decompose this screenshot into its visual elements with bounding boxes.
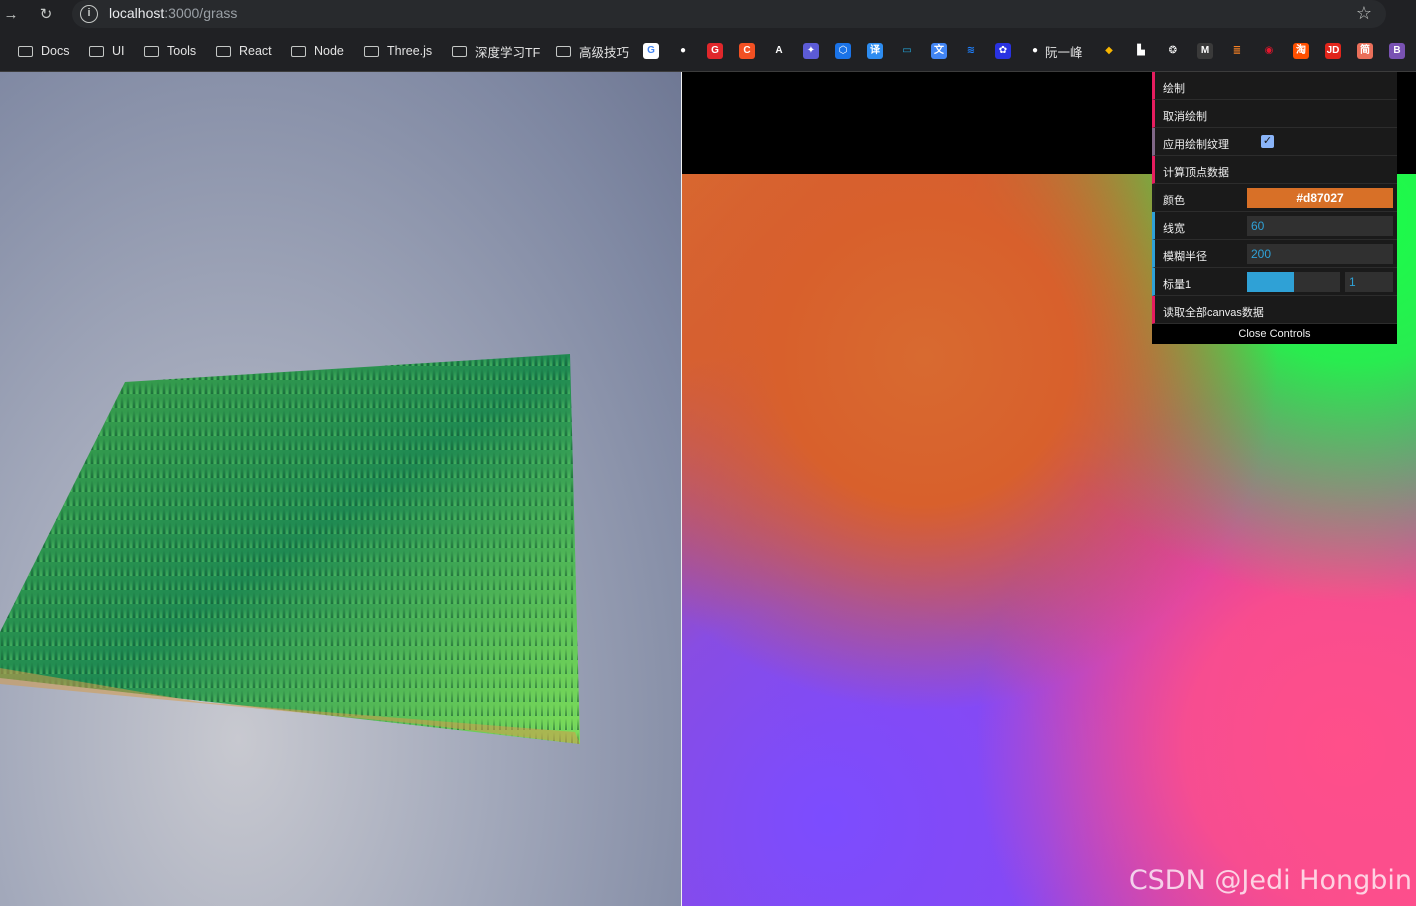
scale-row: 标量1 1 bbox=[1152, 268, 1397, 296]
apply-texture-row: 应用绘制纹理 ✓ bbox=[1152, 128, 1397, 156]
folder-icon bbox=[89, 45, 104, 57]
bookmark-ruanyifeng[interactable]: 阮一峰 bbox=[1045, 42, 1083, 60]
blur-radius-row: 模糊半径 200 bbox=[1152, 240, 1397, 268]
color-picker[interactable]: #d87027 bbox=[1247, 188, 1393, 208]
google-translate-icon[interactable]: 文 bbox=[931, 43, 947, 59]
folder-icon bbox=[291, 45, 306, 57]
layers-icon[interactable]: ≋ bbox=[963, 43, 979, 59]
color-row: 颜色 #d87027 bbox=[1152, 184, 1397, 212]
line-width-input[interactable]: 60 bbox=[1247, 216, 1393, 236]
folder-icon bbox=[216, 45, 231, 57]
b-purple-icon[interactable]: B bbox=[1389, 43, 1405, 59]
jd-icon[interactable]: JD bbox=[1325, 43, 1341, 59]
github-icon[interactable]: ● bbox=[1027, 43, 1043, 59]
arrow-a-icon[interactable]: A bbox=[771, 43, 787, 59]
folder-icon bbox=[452, 45, 467, 57]
weibo-icon[interactable]: ◉ bbox=[1261, 43, 1277, 59]
google-icon[interactable]: G bbox=[643, 43, 659, 59]
folder-icon bbox=[18, 45, 33, 57]
stack-icon[interactable]: ≣ bbox=[1229, 43, 1245, 59]
line-width-row: 线宽 60 bbox=[1152, 212, 1397, 240]
bookmark-folder-tools[interactable]: Tools bbox=[144, 42, 196, 60]
bookmarks-bar: Docs UI Tools React Node Three.js 深度学习TF… bbox=[0, 30, 1416, 72]
sketch-icon[interactable]: ◆ bbox=[1101, 43, 1117, 59]
settings-purple-icon[interactable]: ✦ bbox=[803, 43, 819, 59]
site-info-icon[interactable]: i bbox=[80, 5, 98, 23]
hex-blue-icon[interactable]: ⬡ bbox=[835, 43, 851, 59]
undo-draw-button[interactable]: 取消绘制 bbox=[1152, 100, 1397, 128]
openai-icon[interactable]: ❂ bbox=[1165, 43, 1181, 59]
bookmark-folder-react[interactable]: React bbox=[216, 42, 272, 60]
scale-input[interactable]: 1 bbox=[1345, 272, 1393, 292]
blocks-icon[interactable]: ▙ bbox=[1133, 43, 1149, 59]
dat-gui-panel: 绘制 取消绘制 应用绘制纹理 ✓ 计算顶点数据 颜色 #d87027 线宽 60… bbox=[1152, 72, 1397, 344]
page-edge bbox=[1397, 72, 1416, 174]
close-controls-button[interactable]: Close Controls bbox=[1152, 324, 1397, 344]
apply-texture-checkbox[interactable]: ✓ bbox=[1261, 135, 1274, 148]
address-bar[interactable]: i localhost:3000/grass ☆ bbox=[72, 0, 1386, 28]
watermark: CSDN @Jedi Hongbin bbox=[1128, 865, 1412, 896]
bookmark-folder-advanced[interactable]: 高级技巧 bbox=[556, 42, 629, 60]
browser-toolbar: → ↻ i localhost:3000/grass ☆ bbox=[0, 0, 1416, 30]
folder-icon bbox=[144, 45, 159, 57]
bookmark-folder-docs[interactable]: Docs bbox=[18, 42, 69, 60]
reload-icon[interactable]: ↻ bbox=[35, 4, 57, 26]
forward-icon[interactable]: → bbox=[0, 4, 22, 26]
scale-slider[interactable] bbox=[1247, 272, 1340, 292]
scale-slider-fill bbox=[1247, 272, 1294, 292]
bookmark-folder-ui[interactable]: UI bbox=[89, 42, 125, 60]
bilibili-icon[interactable]: ▭ bbox=[899, 43, 915, 59]
blur-radius-input[interactable]: 200 bbox=[1247, 244, 1393, 264]
taobao-icon[interactable]: 淘 bbox=[1293, 43, 1309, 59]
bookmark-star-icon[interactable]: ☆ bbox=[1356, 3, 1372, 24]
m-icon[interactable]: M bbox=[1197, 43, 1213, 59]
g-red-icon[interactable]: G bbox=[707, 43, 723, 59]
jian-icon[interactable]: 简 bbox=[1357, 43, 1373, 59]
grass-field bbox=[0, 354, 580, 744]
compute-vertices-button[interactable]: 计算顶点数据 bbox=[1152, 156, 1397, 184]
read-canvas-button[interactable]: 读取全部canvas数据 bbox=[1152, 296, 1397, 324]
folder-icon bbox=[556, 45, 571, 57]
bookmark-folder-node[interactable]: Node bbox=[291, 42, 344, 60]
url-text: localhost:3000/grass bbox=[109, 5, 238, 21]
folder-icon bbox=[364, 45, 379, 57]
draw-button[interactable]: 绘制 bbox=[1152, 72, 1397, 100]
github-icon[interactable]: ● bbox=[675, 43, 691, 59]
translate-icon[interactable]: 译 bbox=[867, 43, 883, 59]
bookmark-folder-threejs[interactable]: Three.js bbox=[364, 42, 432, 60]
baidu-icon[interactable]: ✿ bbox=[995, 43, 1011, 59]
c-orange-icon[interactable]: C bbox=[739, 43, 755, 59]
grass-3d-viewport[interactable] bbox=[0, 72, 681, 906]
app-viewport: CSDN @Jedi Hongbin 绘制 取消绘制 应用绘制纹理 ✓ 计算顶点… bbox=[0, 72, 1416, 906]
bookmark-folder-deeplearning[interactable]: 深度学习TF bbox=[452, 42, 540, 60]
